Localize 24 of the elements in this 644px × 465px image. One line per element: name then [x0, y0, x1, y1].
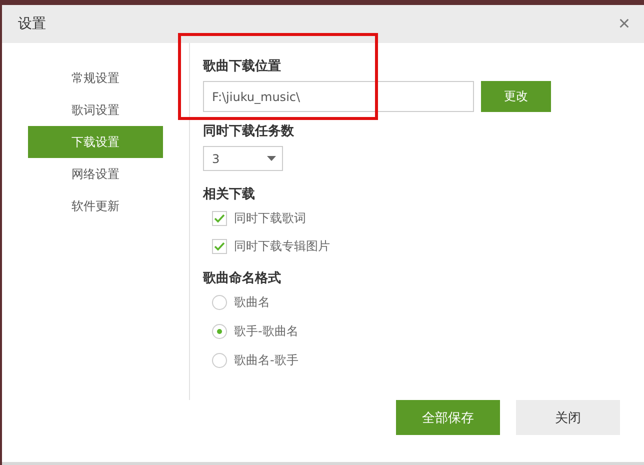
- radio-label: 歌曲名-歌手: [234, 352, 298, 368]
- radio-button[interactable]: [212, 294, 227, 310]
- task-count-dropdown[interactable]: 3: [203, 146, 283, 171]
- sidebar-item[interactable]: 歌词设置: [28, 94, 163, 126]
- window-title: 设置: [18, 15, 46, 33]
- checkbox[interactable]: [212, 210, 227, 226]
- sidebar-item[interactable]: 常规设置: [28, 62, 163, 94]
- radio-button[interactable]: [212, 352, 227, 368]
- radio-button[interactable]: [212, 324, 227, 338]
- sidebar-item[interactable]: 网络设置: [28, 158, 163, 190]
- section-heading: 同时下载任务数: [203, 123, 295, 140]
- section-heading: 歌曲命名格式: [203, 270, 282, 287]
- close-button[interactable]: ×: [614, 12, 634, 36]
- checkbox[interactable]: [212, 238, 227, 254]
- radio-label: 歌曲名: [234, 294, 270, 310]
- checkbox-label: 同时下载歌词: [234, 210, 306, 226]
- caret-icon: [267, 156, 276, 161]
- checkbox-label: 同时下载专辑图片: [234, 238, 330, 254]
- sidebar-item[interactable]: 软件更新: [28, 190, 163, 222]
- section-heading: 歌曲下载位置: [203, 58, 282, 75]
- section-heading: 相关下载: [203, 186, 256, 203]
- path-field[interactable]: F:\jiuku_music\: [203, 81, 474, 112]
- footer-button[interactable]: 关闭: [516, 400, 620, 435]
- radio-label: 歌手-歌曲名: [234, 322, 298, 340]
